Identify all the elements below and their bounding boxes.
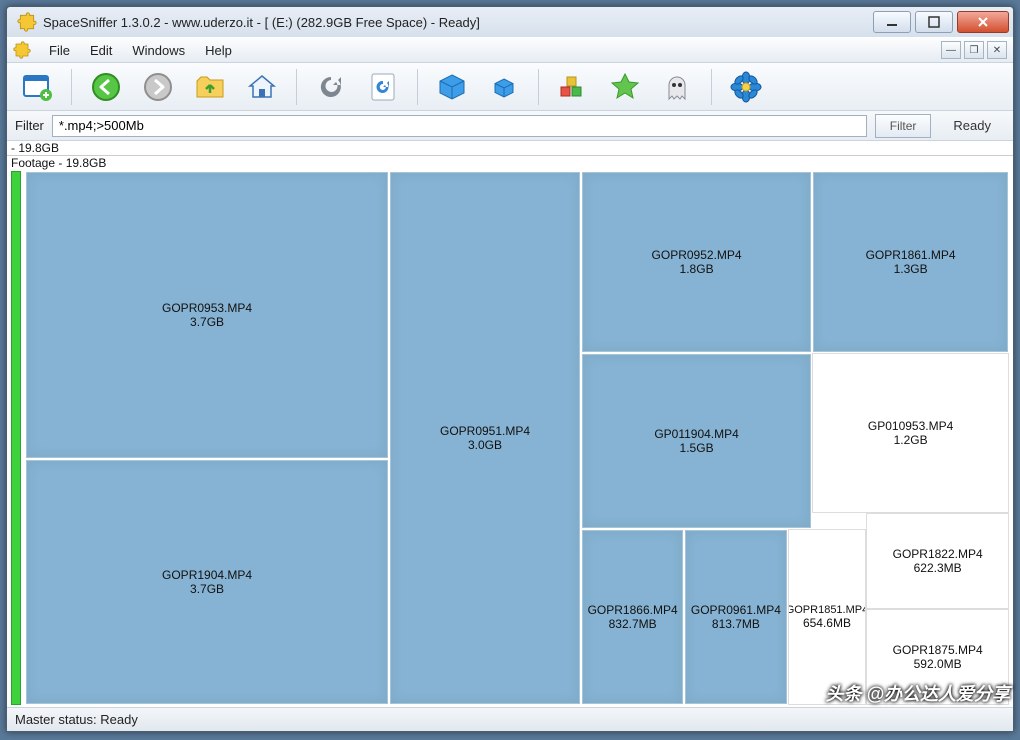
folder-up-button[interactable] [188, 67, 232, 107]
toolbar-separator [417, 69, 418, 105]
file-name: GOPR0961.MP4 [691, 603, 781, 617]
mdi-minimize-button[interactable]: — [941, 41, 961, 59]
rescan-button[interactable] [309, 67, 353, 107]
back-button[interactable] [84, 67, 128, 107]
file-name: GOPR0951.MP4 [440, 424, 530, 438]
mdi-restore-button[interactable]: ❐ [964, 41, 984, 59]
file-cell[interactable]: GOPR0953.MP4 3.7GB [25, 171, 389, 459]
minimize-button[interactable] [873, 11, 911, 33]
home-icon [246, 71, 278, 103]
flower-icon [730, 71, 762, 103]
cubes-icon [557, 71, 589, 103]
file-cell[interactable]: GOPR1904.MP4 3.7GB [25, 459, 389, 705]
file-cell[interactable]: GOPR1866.MP4 832.7MB [581, 529, 684, 705]
filter-input[interactable] [52, 115, 867, 137]
folder-header[interactable]: Footage - 19.8GB [7, 156, 1013, 171]
filter-known-button[interactable] [603, 67, 647, 107]
less-detail-button[interactable] [430, 67, 474, 107]
file-size: 1.2GB [894, 433, 928, 447]
file-cell[interactable]: GOPR1851.MP4 654.6MB [788, 529, 867, 705]
filter-unknown-button[interactable] [655, 67, 699, 107]
toolbar-separator [71, 69, 72, 105]
arrow-left-icon [90, 71, 122, 103]
file-name: GOPR1822.MP4 [893, 547, 983, 561]
cube-large-icon [436, 71, 468, 103]
file-cell[interactable]: GP010953.MP4 1.2GB [812, 353, 1009, 513]
styles-button[interactable] [724, 67, 768, 107]
file-name: GOPR1875.MP4 [893, 643, 983, 657]
file-name: GOPR1904.MP4 [162, 568, 252, 582]
toolbar [7, 63, 1013, 111]
file-name: GOPR1861.MP4 [866, 248, 956, 262]
home-button[interactable] [240, 67, 284, 107]
file-size: 1.3GB [894, 262, 928, 276]
client-area: - 19.8GB Footage - 19.8GB GOPR0953.MP4 3… [7, 141, 1013, 707]
file-name: GOPR0953.MP4 [162, 301, 252, 315]
file-size: 813.7MB [712, 617, 760, 631]
file-cell[interactable]: GOPR1822.MP4 622.3MB [866, 513, 1009, 609]
scan-progress-bar [11, 171, 21, 705]
file-size: 1.8GB [680, 262, 714, 276]
file-name: GP011904.MP4 [654, 427, 739, 441]
rescan-icon [315, 71, 347, 103]
file-cell[interactable]: GOPR0952.MP4 1.8GB [581, 171, 812, 353]
breadcrumb-drive: - 19.8GB [11, 141, 59, 155]
tag-button[interactable] [551, 67, 595, 107]
file-size: 654.6MB [803, 616, 851, 630]
file-size: 3.0GB [468, 438, 502, 452]
scan-state-label: Ready [939, 118, 1005, 133]
file-cell[interactable]: GOPR1875.MP4 592.0MB [866, 609, 1009, 705]
folder-up-icon [194, 71, 226, 103]
breadcrumb[interactable]: - 19.8GB [7, 141, 1013, 156]
file-cell[interactable]: GOPR1861.MP4 1.3GB [812, 171, 1009, 353]
menubar: File Edit Windows Help — ❐ ✕ [7, 37, 1013, 63]
file-size: 622.3MB [914, 561, 962, 575]
file-size: 3.7GB [190, 582, 224, 596]
filter-button[interactable]: Filter [875, 114, 932, 138]
toolbar-separator [711, 69, 712, 105]
file-name: GOPR1866.MP4 [588, 603, 678, 617]
folder-title: Footage - 19.8GB [11, 156, 106, 170]
app-icon [17, 12, 37, 32]
maximize-button[interactable] [915, 11, 953, 33]
file-size: 592.0MB [914, 657, 962, 671]
file-name: GOPR0952.MP4 [652, 248, 742, 262]
mdi-close-button[interactable]: ✕ [987, 41, 1007, 59]
toolbar-separator [296, 69, 297, 105]
file-cell[interactable]: GP011904.MP4 1.5GB [581, 353, 812, 529]
filter-label: Filter [15, 118, 44, 133]
menu-windows[interactable]: Windows [122, 41, 195, 60]
menu-app-icon [13, 41, 31, 59]
refresh-page-icon [367, 71, 399, 103]
arrow-right-icon [142, 71, 174, 103]
file-cell[interactable]: GOPR0961.MP4 813.7MB [684, 529, 787, 705]
titlebar[interactable]: SpaceSniffer 1.3.0.2 - www.uderzo.it - [… [7, 7, 1013, 37]
toolbar-separator [538, 69, 539, 105]
treemap: GOPR0953.MP4 3.7GB GOPR1904.MP4 3.7GB GO… [25, 171, 1009, 705]
new-window-icon [21, 71, 53, 103]
menu-help[interactable]: Help [195, 41, 242, 60]
filterbar: Filter Filter Ready [7, 111, 1013, 141]
close-button[interactable] [957, 11, 1009, 33]
star-icon [609, 71, 641, 103]
file-size: 832.7MB [609, 617, 657, 631]
new-scan-button[interactable] [15, 67, 59, 107]
ghost-icon [661, 71, 693, 103]
file-name: GOPR1851.MP4 [788, 604, 867, 616]
forward-button[interactable] [136, 67, 180, 107]
window-title: SpaceSniffer 1.3.0.2 - www.uderzo.it - [… [43, 15, 480, 30]
statusbar: Master status: Ready [7, 707, 1013, 731]
file-name: GP010953.MP4 [868, 419, 953, 433]
file-cell[interactable]: GOPR0951.MP4 3.0GB [389, 171, 581, 705]
main-window: SpaceSniffer 1.3.0.2 - www.uderzo.it - [… [6, 6, 1014, 732]
file-size: 3.7GB [190, 315, 224, 329]
menu-edit[interactable]: Edit [80, 41, 122, 60]
more-detail-button[interactable] [482, 67, 526, 107]
status-text: Master status: Ready [15, 712, 138, 727]
cube-small-icon [488, 71, 520, 103]
refresh-button[interactable] [361, 67, 405, 107]
menu-file[interactable]: File [39, 41, 80, 60]
file-size: 1.5GB [680, 441, 714, 455]
